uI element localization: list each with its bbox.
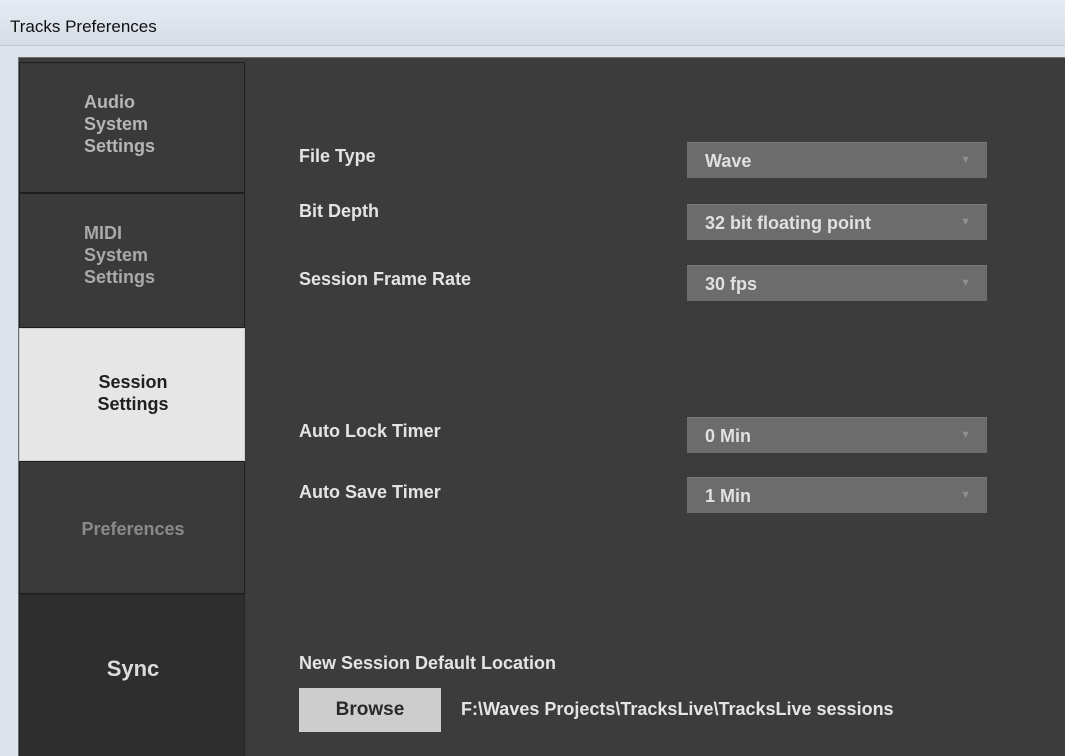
sidebar-item-audio-system-settings[interactable]: Audio System Settings <box>19 62 245 193</box>
sidebar-item-label: Sync <box>106 656 160 681</box>
auto-lock-timer-value: 0 Min <box>705 426 752 446</box>
chevron-down-icon: ▼ <box>960 429 971 441</box>
auto-save-timer-label: Auto Save Timer <box>299 482 441 502</box>
file-type-label: File Type <box>299 146 376 166</box>
window-title: Tracks Preferences <box>10 17 157 36</box>
session-frame-rate-value: 30 fps <box>705 274 758 294</box>
default-location-label: New Session Default Location <box>299 653 557 673</box>
sidebar-item-preferences[interactable]: Preferences <box>19 461 245 594</box>
auto-lock-timer-dropdown[interactable]: 0 Min ▼ <box>687 417 987 453</box>
bit-depth-dropdown[interactable]: 32 bit floating point ▼ <box>687 204 987 240</box>
auto-lock-timer-label: Auto Lock Timer <box>299 421 441 441</box>
sidebar-item-label: Preferences <box>81 519 185 539</box>
window-titlebar: Tracks Preferences <box>0 0 1065 46</box>
chevron-down-icon: ▼ <box>960 489 971 501</box>
chevron-down-icon: ▼ <box>960 154 971 166</box>
auto-save-timer-dropdown[interactable]: 1 Min ▼ <box>687 477 987 513</box>
sidebar-item-label: Session Settings <box>97 372 169 414</box>
sidebar-item-session-settings[interactable]: Session Settings <box>19 328 245 461</box>
bit-depth-value: 32 bit floating point <box>705 213 871 233</box>
sidebar-item-label: MIDI System Settings <box>84 223 156 287</box>
sidebar-item-midi-system-settings[interactable]: MIDI System Settings <box>19 193 245 328</box>
sidebar-item-label: Audio System Settings <box>84 92 156 156</box>
sidebar-item-sync[interactable]: Sync <box>19 594 245 756</box>
bit-depth-label: Bit Depth <box>299 201 379 221</box>
file-type-value: Wave <box>705 151 752 171</box>
default-location-path: F:\Waves Projects\TracksLive\TracksLive … <box>461 699 894 719</box>
chevron-down-icon: ▼ <box>960 277 971 289</box>
session-frame-rate-label: Session Frame Rate <box>299 269 472 289</box>
auto-save-timer-value: 1 Min <box>705 486 752 506</box>
preferences-panel: Audio System Settings MIDI System Settin… <box>18 57 1065 756</box>
browse-button[interactable]: Browse <box>299 688 441 732</box>
session-frame-rate-dropdown[interactable]: 30 fps ▼ <box>687 265 987 301</box>
chevron-down-icon: ▼ <box>960 216 971 228</box>
file-type-dropdown[interactable]: Wave ▼ <box>687 142 987 178</box>
sidebar: Audio System Settings MIDI System Settin… <box>19 62 245 756</box>
